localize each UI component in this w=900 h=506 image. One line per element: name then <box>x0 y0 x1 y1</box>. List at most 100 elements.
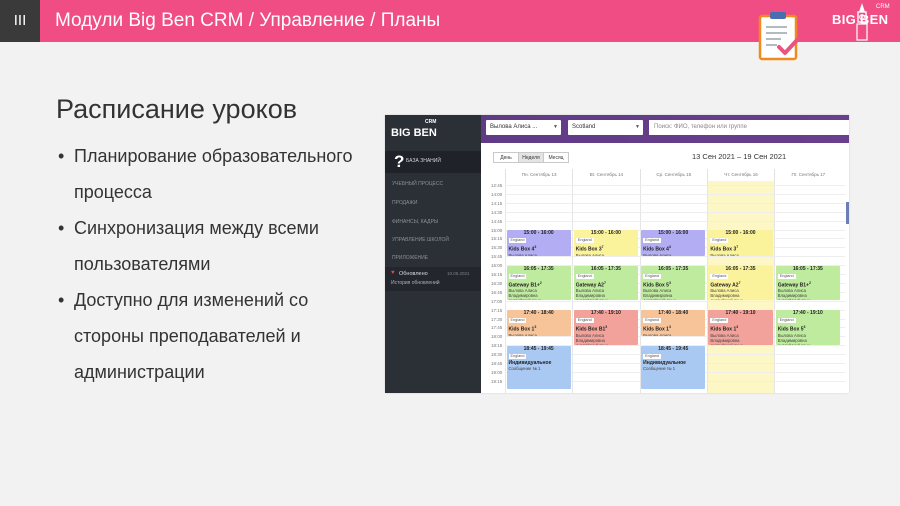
column-divider <box>505 181 506 393</box>
event-detail: Сообщение № 1 <box>508 365 541 371</box>
sidebar-item-finance[interactable]: ФИНАНСЫ, КАДРЫ <box>392 219 438 225</box>
event-detail: Английский язык <box>776 343 840 345</box>
sidebar-item-app[interactable]: ПРИЛОЖЕНИЕ <box>392 255 428 261</box>
event-detail: Английский язык <box>708 298 772 300</box>
search-input[interactable]: Поиск: ФИО, телефон или группе <box>649 120 849 135</box>
event-count: 7 <box>738 280 741 285</box>
event-title: Kids Box 13 <box>643 325 671 333</box>
event-count: 3 <box>803 325 806 330</box>
event-time: 18:45 - 19:45 <box>658 345 689 352</box>
time-label: 17:00 <box>491 298 503 304</box>
time-label: 16:45 <box>491 289 503 295</box>
lesson-event[interactable]: 17:40 - 18:40 England Kids Box 13 Вылова Ал… <box>506 310 571 336</box>
lesson-event[interactable]: 16:05 - 17:35 England Kids Box 53 Вылова Ал… <box>641 265 706 301</box>
event-time: 17:40 - 19:10 <box>792 310 823 317</box>
bullet-item: Доступно для изменений со стороны препод… <box>58 282 358 390</box>
history-link[interactable]: История обновлений <box>391 280 440 286</box>
lesson-event[interactable]: 18:45 - 19:45 England Индивидуальное Сообще… <box>506 345 571 390</box>
sidebar-item-management[interactable]: УПРАВЛЕНИЕ ШКОЛОЙ <box>392 237 449 243</box>
grid-line <box>505 185 845 186</box>
header-bar: III Модули Big Ben CRM / Управление / Пл… <box>0 0 900 61</box>
day-header: Пт. Сентябрь 17 <box>774 169 841 181</box>
time-label: 12:45 <box>491 183 503 188</box>
event-count: 2 <box>539 280 542 285</box>
time-label: 18:45 <box>491 361 503 366</box>
time-label: 16:00 <box>491 263 503 269</box>
slide-title: Расписание уроков <box>56 94 298 124</box>
lesson-event[interactable]: 15:00 - 16:00 England Kids Box 37 Вылова Ал… <box>708 230 773 256</box>
grid-line <box>505 256 845 258</box>
event-time: 15:00 - 16:00 <box>725 230 756 236</box>
event-title: Kids Box 37 <box>710 245 739 253</box>
lesson-event[interactable]: 18:45 - 19:45 England Индивидуальное Сообще… <box>641 345 706 390</box>
event-title: Kids Box 37 <box>575 245 604 253</box>
event-detail: Вылова Алиса <box>575 252 605 256</box>
sidebar-item-sales[interactable]: ПРОДАЖИ <box>392 200 418 206</box>
time-label: 16:30 <box>491 280 503 286</box>
lesson-event[interactable]: 16:05 - 17:35 England Gateway B1+2 Вылова А… <box>775 265 840 301</box>
event-time: 15:00 - 16:00 <box>590 230 621 236</box>
lesson-event[interactable]: 15:00 - 16:00 England Kids Box 43 Вылова Ал… <box>506 230 571 256</box>
event-title: Kids Box 53 <box>777 325 806 333</box>
clipboard-check-icon <box>758 12 800 61</box>
view-month-button[interactable]: Месяц <box>543 152 569 163</box>
time-label: 18:30 <box>491 352 503 358</box>
lesson-event[interactable]: 17:40 - 18:40 England Kids Box 13 Вылова Ал… <box>641 310 706 336</box>
bullet-item: Синхронизация между всеми пользователями <box>58 210 358 282</box>
app-sidebar: CRM BIG BEN ? БАЗА ЗНАНИЙ УЧЕБНЫЙ ПРОЦЕС… <box>385 115 481 393</box>
time-label: 19:15 <box>491 378 503 384</box>
event-tag: England <box>710 318 729 324</box>
event-tag: England <box>643 273 662 279</box>
lesson-event[interactable]: 15:00 - 16:00 England Kids Box 43 Вылова Ал… <box>641 230 706 256</box>
time-label: 15:45 <box>491 254 503 260</box>
event-detail: Английский язык <box>641 298 705 300</box>
event-count: 7 <box>736 245 739 249</box>
view-day-button[interactable]: День <box>493 152 519 163</box>
event-tag: England <box>575 273 594 279</box>
day-header: Ср. Сентябрь 15 <box>639 169 707 181</box>
chevron-down-icon: ▼ <box>553 124 558 130</box>
event-time: 17:40 - 18:40 <box>658 310 689 317</box>
event-tag: England <box>710 273 729 279</box>
teacher-select[interactable]: Вылова Алиса ... ▼ <box>486 120 561 135</box>
school-select[interactable]: Scotland ▼ <box>568 120 643 135</box>
time-label: 19:00 <box>491 369 503 375</box>
event-time: 16:05 - 17:35 <box>792 265 823 272</box>
day-header: Пн. Сентябрь 13 <box>505 169 572 181</box>
event-count: 3 <box>668 325 671 330</box>
lesson-event[interactable]: 16:05 - 17:35 England Gateway A27 Вылова Ал… <box>708 265 773 301</box>
time-label: 14:15 <box>491 200 503 206</box>
event-count: 3 <box>605 325 608 330</box>
event-time: 16:05 - 17:35 <box>523 265 554 272</box>
lesson-event[interactable]: 17:40 - 19:10 England Kids Box B13 Вылова А… <box>573 310 639 345</box>
event-time: 17:40 - 19:10 <box>590 310 621 317</box>
school-select-value: Scotland <box>572 124 596 130</box>
event-detail: Английский язык <box>574 298 638 300</box>
time-label: 17:15 <box>491 307 503 313</box>
sidebar-item-education[interactable]: УЧЕБНЫЙ ПРОЦЕСС <box>392 181 443 187</box>
big-ben-logo: CRM BIG BEN <box>832 2 892 42</box>
updates-panel[interactable]: ♥ Обновлено 10.05.2021 История обновлени… <box>385 267 481 291</box>
event-detail: Вылова Алиса <box>643 252 672 256</box>
event-title: Kids Box 53 <box>643 280 671 289</box>
app-logo: CRM BIG BEN <box>389 119 437 143</box>
event-count: 3 <box>736 325 739 330</box>
lesson-event[interactable]: 17:40 - 19:10 England Kids Box 53 Вылова Ал… <box>775 310 840 345</box>
view-week-button[interactable]: Неделя <box>518 152 544 163</box>
event-count: 7 <box>601 245 604 249</box>
lesson-event[interactable]: 16:05 - 17:35 England Gateway A27 Вылова Ал… <box>573 265 639 301</box>
scrollbar-thumb[interactable] <box>846 202 849 224</box>
event-detail: Вылова Алиса <box>508 332 537 336</box>
event-tag: England <box>508 273 527 279</box>
event-tag: England <box>777 273 796 279</box>
event-detail: Английский язык <box>776 298 840 300</box>
event-tag: England <box>508 238 527 243</box>
lesson-event[interactable]: 16:05 - 17:35 England Gateway B1+2 Вылова А… <box>506 265 571 301</box>
sidebar-item-knowledge-base[interactable]: ? БАЗА ЗНАНИЙ <box>385 151 481 173</box>
lesson-event[interactable]: 15:00 - 16:00 England Kids Box 37 Вылова Ал… <box>573 230 639 256</box>
grid-line <box>505 211 845 213</box>
event-time: 16:05 - 17:35 <box>725 265 756 272</box>
lesson-event[interactable]: 17:40 - 19:10 England Kids Box 13 Вылова Ал… <box>708 310 773 345</box>
event-title: Kids Box 13 <box>508 325 537 333</box>
event-time: 16:05 - 17:35 <box>658 265 689 272</box>
